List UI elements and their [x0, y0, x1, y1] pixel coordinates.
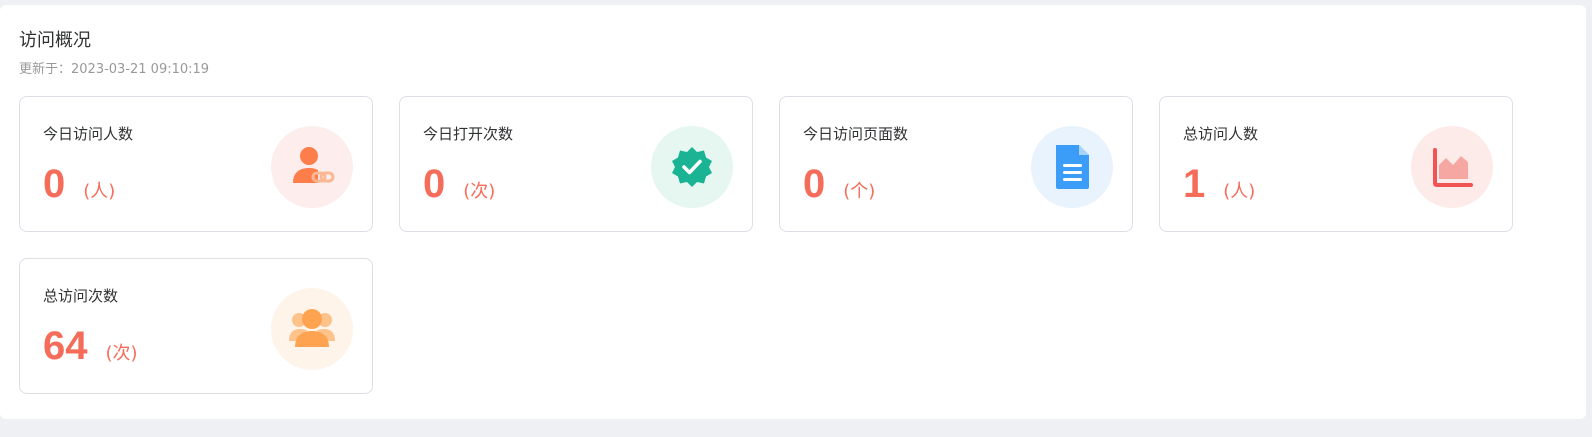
- icon-circle: [651, 126, 733, 208]
- document-icon: [1056, 145, 1089, 189]
- stat-unit: (人): [83, 181, 116, 202]
- stat-value: 0: [423, 162, 446, 206]
- stat-label: 总访问人数: [1183, 125, 1259, 143]
- stat-value-row: 0 (次): [423, 159, 495, 209]
- icon-circle: [271, 126, 353, 208]
- stat-unit: (次): [463, 181, 496, 202]
- stat-value-row: 0 (人): [43, 159, 115, 209]
- stat-value: 1: [1183, 162, 1206, 206]
- stat-label: 今日打开次数: [423, 125, 514, 143]
- visit-overview-panel: 访问概况 更新于：2023-03-21 09:10:19 今日访问人数 0 (人…: [0, 5, 1586, 419]
- stat-card-total-visitors: 总访问人数 1 (人): [1159, 96, 1513, 232]
- stat-value-row: 0 (个): [803, 159, 875, 209]
- stat-value-row: 64 (次): [43, 321, 138, 371]
- icon-circle: [1411, 126, 1493, 208]
- stat-unit: (次): [105, 343, 138, 364]
- stat-label: 总访问次数: [43, 287, 119, 305]
- icon-circle: [271, 288, 353, 370]
- user-link-icon: [293, 147, 335, 183]
- stat-unit: (个): [843, 181, 876, 202]
- stat-unit: (人): [1223, 181, 1256, 202]
- stat-label: 今日访问页面数: [803, 125, 909, 143]
- page-title: 访问概况: [19, 30, 91, 51]
- stat-card-today-pages: 今日访问页面数 0 (个): [779, 96, 1133, 232]
- stat-card-today-opens: 今日打开次数 0 (次): [399, 96, 753, 232]
- area-chart-icon: [1433, 148, 1473, 187]
- stat-value-row: 1 (人): [1183, 159, 1255, 209]
- stat-card-today-visitors: 今日访问人数 0 (人): [19, 96, 373, 232]
- stat-value: 64: [43, 324, 88, 368]
- stat-label: 今日访问人数: [43, 125, 134, 143]
- verified-badge-icon: [672, 147, 712, 187]
- stat-value: 0: [803, 162, 826, 206]
- stat-card-total-visits: 总访问次数 64 (次): [19, 258, 373, 394]
- updated-timestamp: 更新于：2023-03-21 09:10:19: [19, 62, 210, 77]
- stat-value: 0: [43, 162, 66, 206]
- icon-circle: [1031, 126, 1113, 208]
- users-icon: [289, 309, 335, 347]
